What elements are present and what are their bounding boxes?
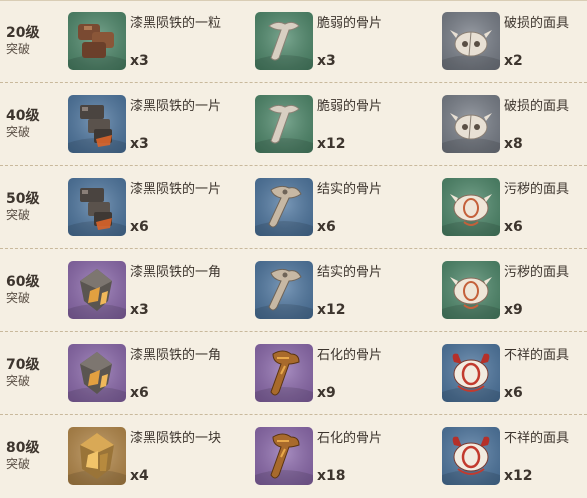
ascension-label: 突破	[6, 208, 31, 222]
material-item[interactable]: 漆黑陨铁的一角 x3	[68, 261, 258, 321]
material-name[interactable]: 漆黑陨铁的一片	[130, 178, 221, 197]
ascension-row: 20级 突破 漆黑陨铁的一粒 x3 脆弱的骨片 x3 破损的面具 x2	[0, 0, 587, 83]
ascension-materials-table: 20级 突破 漆黑陨铁的一粒 x3 脆弱的骨片 x3 破损的面具 x2 40级 突破 漆黑陨铁的一片…	[0, 0, 587, 496]
material-quantity: x3	[130, 302, 149, 318]
material-name[interactable]: 漆黑陨铁的一块	[130, 427, 221, 446]
material-quantity: x6	[130, 385, 149, 401]
material-name[interactable]: 结实的骨片	[317, 178, 382, 197]
material-item[interactable]: 破损的面具 x8	[442, 95, 587, 155]
ascension-level: 80级 突破	[6, 440, 39, 472]
ascension-label: 突破	[6, 125, 31, 139]
material-quantity: x3	[130, 136, 149, 152]
material-name[interactable]: 漆黑陨铁的一片	[130, 95, 221, 114]
ascension-row: 50级 突破 漆黑陨铁的一片 x6 结实的骨片 x6 污秽的面具 x6	[0, 166, 587, 249]
material-quantity: x9	[504, 302, 523, 318]
ascension-label: 突破	[6, 374, 31, 388]
material-quantity: x9	[317, 385, 336, 401]
material-name[interactable]: 漆黑陨铁的一角	[130, 261, 221, 280]
ominous-mask-icon[interactable]	[442, 344, 500, 402]
material-name[interactable]: 脆弱的骨片	[317, 95, 382, 114]
material-item[interactable]: 结实的骨片 x12	[255, 261, 445, 321]
material-item[interactable]: 破损的面具 x2	[442, 12, 587, 72]
ascension-label: 突破	[6, 42, 31, 56]
sturdy-bone-icon[interactable]	[255, 261, 313, 319]
fossilized-bone-icon[interactable]	[255, 427, 313, 485]
material-name[interactable]: 石化的骨片	[317, 427, 382, 446]
ascension-label: 突破	[6, 291, 31, 305]
ascension-level: 20级 突破	[6, 25, 39, 57]
sturdy-bone-icon[interactable]	[255, 178, 313, 236]
level-label: 50级	[6, 191, 40, 207]
material-name[interactable]: 结实的骨片	[317, 261, 382, 280]
material-name[interactable]: 不祥的面具	[504, 427, 569, 446]
material-quantity: x4	[130, 468, 149, 484]
stained-mask-icon[interactable]	[442, 261, 500, 319]
material-name[interactable]: 污秽的面具	[504, 178, 569, 197]
iron-chunk-icon[interactable]	[68, 261, 126, 319]
material-item[interactable]: 漆黑陨铁的一片 x3	[68, 95, 258, 155]
material-quantity: x2	[504, 53, 523, 69]
ascension-level: 70级 突破	[6, 357, 39, 389]
material-item[interactable]: 石化的骨片 x18	[255, 427, 445, 487]
material-item[interactable]: 污秽的面具 x9	[442, 261, 587, 321]
material-item[interactable]: 脆弱的骨片 x12	[255, 95, 445, 155]
stained-mask-icon[interactable]	[442, 178, 500, 236]
material-item[interactable]: 结实的骨片 x6	[255, 178, 445, 238]
level-label: 70级	[6, 357, 40, 373]
material-name[interactable]: 漆黑陨铁的一粒	[130, 12, 221, 31]
iron-piece-icon[interactable]	[68, 95, 126, 153]
ascension-level: 60级 突破	[6, 274, 39, 306]
iron-grain-icon[interactable]	[68, 12, 126, 70]
level-label: 40级	[6, 108, 40, 124]
damaged-mask-icon[interactable]	[442, 95, 500, 153]
fragile-bone-icon[interactable]	[255, 95, 313, 153]
ascension-row: 70级 突破 漆黑陨铁的一角 x6 石化的骨片 x9 不祥的面具 x6	[0, 332, 587, 415]
ascension-row: 60级 突破 漆黑陨铁的一角 x3 结实的骨片 x12 污秽的面具 x9	[0, 249, 587, 332]
material-name[interactable]: 不祥的面具	[504, 344, 569, 363]
material-name[interactable]: 污秽的面具	[504, 261, 569, 280]
material-name[interactable]: 破损的面具	[504, 12, 569, 31]
ascension-level: 50级 突破	[6, 191, 39, 223]
damaged-mask-icon[interactable]	[442, 12, 500, 70]
material-quantity: x3	[130, 53, 149, 69]
ascension-row: 40级 突破 漆黑陨铁的一片 x3 脆弱的骨片 x12 破损的面具 x8	[0, 83, 587, 166]
level-label: 20级	[6, 25, 40, 41]
material-quantity: x12	[317, 136, 346, 152]
ominous-mask-icon[interactable]	[442, 427, 500, 485]
material-item[interactable]: 漆黑陨铁的一粒 x3	[68, 12, 258, 72]
iron-chunk-icon[interactable]	[68, 344, 126, 402]
ascension-level: 40级 突破	[6, 108, 39, 140]
iron-block-icon[interactable]	[68, 427, 126, 485]
ascension-label: 突破	[6, 457, 31, 471]
ascension-row: 80级 突破 漆黑陨铁的一块 x4 石化的骨片 x18 不祥的面具 x12	[0, 415, 587, 498]
material-item[interactable]: 污秽的面具 x6	[442, 178, 587, 238]
material-item[interactable]: 漆黑陨铁的一角 x6	[68, 344, 258, 404]
material-quantity: x12	[317, 302, 346, 318]
material-item[interactable]: 漆黑陨铁的一片 x6	[68, 178, 258, 238]
material-quantity: x12	[504, 468, 533, 484]
material-name[interactable]: 石化的骨片	[317, 344, 382, 363]
material-name[interactable]: 脆弱的骨片	[317, 12, 382, 31]
material-name[interactable]: 破损的面具	[504, 95, 569, 114]
material-item[interactable]: 石化的骨片 x9	[255, 344, 445, 404]
material-quantity: x6	[504, 219, 523, 235]
fragile-bone-icon[interactable]	[255, 12, 313, 70]
level-label: 80级	[6, 440, 40, 456]
material-item[interactable]: 不祥的面具 x12	[442, 427, 587, 487]
material-quantity: x6	[130, 219, 149, 235]
iron-piece-icon[interactable]	[68, 178, 126, 236]
material-item[interactable]: 脆弱的骨片 x3	[255, 12, 445, 72]
material-quantity: x6	[317, 219, 336, 235]
fossilized-bone-icon[interactable]	[255, 344, 313, 402]
material-quantity: x6	[504, 385, 523, 401]
level-label: 60级	[6, 274, 40, 290]
material-quantity: x3	[317, 53, 336, 69]
material-item[interactable]: 漆黑陨铁的一块 x4	[68, 427, 258, 487]
material-quantity: x8	[504, 136, 523, 152]
material-quantity: x18	[317, 468, 346, 484]
material-item[interactable]: 不祥的面具 x6	[442, 344, 587, 404]
material-name[interactable]: 漆黑陨铁的一角	[130, 344, 221, 363]
